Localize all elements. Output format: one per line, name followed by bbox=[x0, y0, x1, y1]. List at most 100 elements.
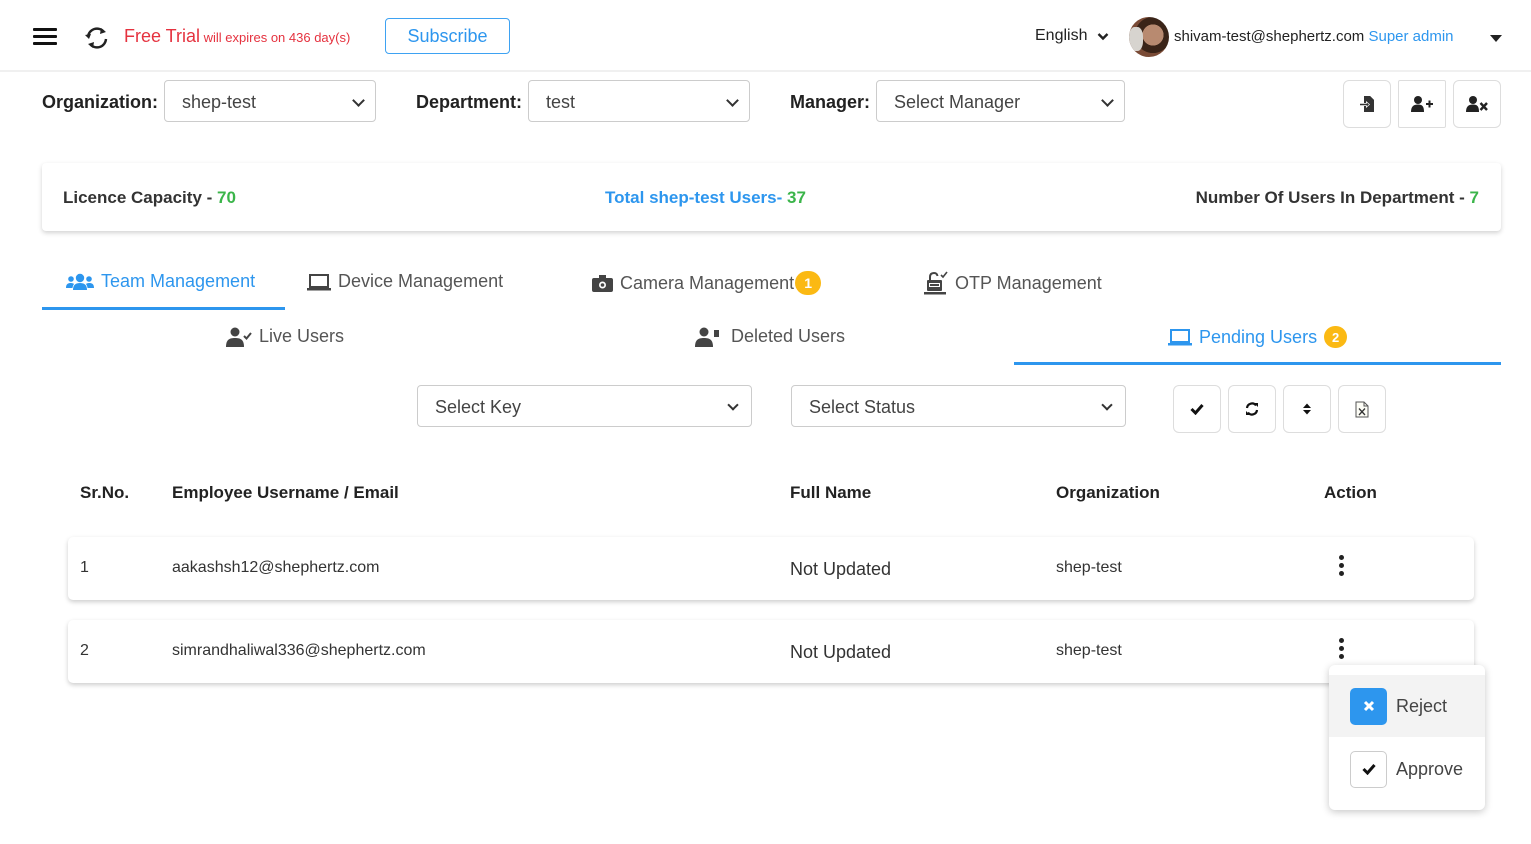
manager-select-placeholder: Select Manager bbox=[894, 92, 1021, 112]
approve-icon-box bbox=[1350, 750, 1387, 788]
chevron-down-icon bbox=[726, 94, 739, 107]
subtab-label: Live Users bbox=[259, 326, 345, 346]
user-email: shivam-test@shephertz.com bbox=[1174, 28, 1365, 45]
department-users-label: Number Of Users In Department - bbox=[1195, 188, 1470, 207]
trial-expiry-note: will expires on 436 day(s) bbox=[200, 30, 351, 45]
export-excel-button[interactable] bbox=[1338, 385, 1386, 433]
users-icon bbox=[66, 273, 94, 290]
row-actions-kebab-icon[interactable] bbox=[1336, 555, 1346, 579]
menu-hamburger-icon[interactable] bbox=[33, 28, 57, 48]
subtab-label: Pending Users bbox=[1199, 326, 1318, 347]
cell-full-name: Not Updated bbox=[790, 559, 892, 579]
column-header-email: Employee Username / Email bbox=[172, 483, 399, 502]
cell-organization: shep-test bbox=[1056, 642, 1122, 659]
reject-icon-box bbox=[1350, 687, 1387, 725]
column-header-organization: Organization bbox=[1056, 483, 1160, 502]
total-users-stat: Total shep-test Users- 37 bbox=[605, 188, 806, 208]
remove-user-button[interactable] bbox=[1453, 80, 1501, 128]
licence-capacity-value: 70 bbox=[217, 188, 236, 207]
sync-icon[interactable] bbox=[82, 24, 112, 52]
column-header-sr-no: Sr.No. bbox=[80, 483, 130, 502]
tab-camera-management[interactable]: Camera Management 1 bbox=[592, 271, 822, 295]
language-selector[interactable]: English bbox=[1035, 27, 1109, 45]
organization-select[interactable]: shep-test bbox=[164, 80, 376, 122]
chevron-down-icon bbox=[727, 399, 739, 411]
department-select-value: test bbox=[546, 92, 576, 112]
tab-label: Device Management bbox=[338, 271, 504, 291]
chevron-down-icon bbox=[1098, 32, 1109, 40]
subtab-live-users[interactable]: Live Users bbox=[226, 326, 344, 347]
trial-title: Free Trial bbox=[124, 26, 201, 46]
user-role: Super admin bbox=[1368, 28, 1454, 45]
row-action-menu: Reject Approve bbox=[1329, 665, 1485, 810]
column-header-action: Action bbox=[1324, 483, 1377, 502]
cell-organization: shep-test bbox=[1056, 559, 1122, 576]
camera-icon bbox=[592, 275, 613, 292]
camera-count-badge: 1 bbox=[795, 271, 822, 295]
chevron-down-icon bbox=[352, 94, 365, 107]
reject-menu-item[interactable]: Reject bbox=[1329, 675, 1485, 737]
licence-capacity-label: Licence Capacity - bbox=[63, 188, 218, 207]
sort-button[interactable] bbox=[1283, 385, 1331, 433]
department-users-stat: Number Of Users In Department - 7 bbox=[1196, 188, 1479, 208]
total-users-label: Total shep-test Users- bbox=[605, 188, 788, 207]
cell-email: simrandhaliwal336@shephertz.com bbox=[172, 642, 426, 659]
select-status-placeholder: Select Status bbox=[809, 397, 916, 417]
refresh-icon bbox=[1245, 402, 1259, 416]
close-icon bbox=[1363, 700, 1374, 712]
user-info: shivam-test@shephertz.com Super admin bbox=[1174, 28, 1454, 45]
tab-team-management[interactable]: Team Management bbox=[66, 271, 255, 292]
department-users-value: 7 bbox=[1469, 188, 1479, 207]
cell-email: aakashsh12@shephertz.com bbox=[172, 559, 380, 576]
subtab-label: Deleted Users bbox=[731, 326, 846, 346]
excel-export-icon bbox=[1355, 401, 1369, 417]
language-label: English bbox=[1035, 27, 1088, 44]
laptop-icon bbox=[1168, 329, 1192, 346]
chevron-down-icon bbox=[1101, 399, 1113, 411]
select-key-placeholder: Select Key bbox=[435, 397, 522, 417]
add-user-button[interactable] bbox=[1398, 80, 1446, 128]
subtab-pending-users[interactable]: Pending Users 2 bbox=[1168, 326, 1348, 348]
stats-card: Licence Capacity - 70 Total shep-test Us… bbox=[42, 163, 1501, 231]
table-row: 1 aakashsh12@shephertz.com Not Updated s… bbox=[68, 537, 1474, 600]
tab-label: Team Management bbox=[101, 271, 256, 291]
import-users-button[interactable] bbox=[1343, 80, 1391, 128]
approve-label: Approve bbox=[1396, 758, 1464, 779]
organization-label: Organization: bbox=[42, 92, 158, 112]
cell-sr-no: 2 bbox=[80, 642, 89, 659]
cell-sr-no: 1 bbox=[80, 559, 89, 576]
manager-select[interactable]: Select Manager bbox=[876, 80, 1125, 122]
user-menu-caret-icon[interactable] bbox=[1490, 35, 1502, 42]
chevron-down-icon bbox=[1101, 94, 1114, 107]
manager-label: Manager: bbox=[790, 92, 871, 112]
otp-lock-icon bbox=[924, 271, 948, 295]
table-row: 2 simrandhaliwal336@shephertz.com Not Up… bbox=[68, 620, 1474, 683]
tab-device-management[interactable]: Device Management bbox=[307, 271, 503, 292]
organization-select-value: shep-test bbox=[182, 92, 257, 112]
user-check-icon bbox=[226, 327, 252, 347]
approve-menu-item[interactable]: Approve bbox=[1329, 738, 1485, 800]
active-subtab-indicator bbox=[1014, 362, 1501, 365]
row-actions-kebab-icon[interactable] bbox=[1336, 638, 1346, 662]
reject-label: Reject bbox=[1396, 695, 1448, 716]
department-label: Department: bbox=[416, 92, 523, 112]
laptop-icon bbox=[307, 273, 331, 290]
add-user-icon bbox=[1411, 96, 1433, 112]
check-icon bbox=[1190, 404, 1204, 415]
user-avatar[interactable] bbox=[1129, 17, 1169, 57]
subscribe-button[interactable]: Subscribe bbox=[385, 18, 510, 54]
select-status-dropdown[interactable]: Select Status bbox=[791, 385, 1126, 427]
tab-otp-management[interactable]: OTP Management bbox=[924, 271, 1102, 295]
subtab-deleted-users[interactable]: Deleted Users bbox=[695, 326, 845, 347]
select-all-button[interactable] bbox=[1173, 385, 1221, 433]
top-header: Free Trial will expires on 436 day(s) Su… bbox=[0, 0, 1531, 72]
active-tab-indicator bbox=[42, 307, 285, 310]
remove-user-icon bbox=[1466, 96, 1488, 112]
refresh-button[interactable] bbox=[1228, 385, 1276, 433]
select-key-dropdown[interactable]: Select Key bbox=[417, 385, 752, 427]
department-select[interactable]: test bbox=[528, 80, 750, 122]
total-users-value: 37 bbox=[787, 188, 806, 207]
check-icon bbox=[1361, 764, 1376, 775]
cell-full-name: Not Updated bbox=[790, 642, 892, 662]
licence-capacity-stat: Licence Capacity - 70 bbox=[63, 188, 236, 208]
